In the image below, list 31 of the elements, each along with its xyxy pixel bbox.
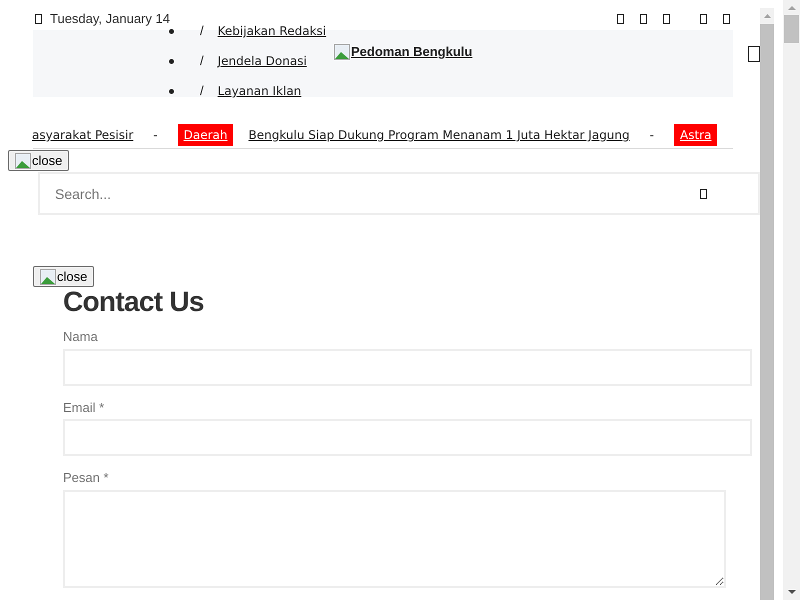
message-field[interactable] bbox=[63, 490, 726, 588]
separator-text: - bbox=[153, 127, 158, 144]
logo-link[interactable]: Pedoman Bengkulu bbox=[334, 42, 472, 62]
menu-link[interactable]: Jendela Donasi bbox=[218, 52, 307, 70]
broken-image-icon bbox=[334, 44, 350, 60]
page-heading: Contact Us bbox=[63, 285, 205, 319]
scrollbar-thumb[interactable] bbox=[784, 15, 799, 43]
bullet-icon bbox=[169, 28, 174, 34]
news-headline-link[interactable]: Bengkulu Siap Dukung Program Menanam 1 Juta Hektar Jagung bbox=[248, 126, 630, 144]
category-tag[interactable]: Daerah bbox=[178, 124, 234, 146]
news-headline-link[interactable]: asyarakat Pesisir bbox=[32, 126, 134, 144]
broken-image-icon bbox=[15, 152, 31, 168]
inner-scrollbar[interactable] bbox=[760, 8, 774, 600]
menu-link[interactable]: Layanan Iklan bbox=[218, 82, 302, 100]
menu-link[interactable]: Kebijakan Redaksi bbox=[218, 22, 326, 40]
bullet-icon bbox=[169, 58, 174, 64]
field-label: Pesan * bbox=[63, 469, 110, 487]
bullet-icon bbox=[169, 88, 174, 94]
close-button[interactable]: close bbox=[8, 150, 70, 171]
field-label: Email * bbox=[63, 398, 106, 416]
field-label: Nama bbox=[63, 328, 99, 346]
scroll-down-icon[interactable] bbox=[788, 590, 796, 594]
separator-text: / bbox=[200, 22, 204, 40]
date-text: Tuesday, January 14 bbox=[50, 10, 170, 28]
separator-text: / bbox=[200, 52, 204, 70]
separator-text: - bbox=[650, 127, 654, 144]
close-button[interactable]: close bbox=[33, 266, 94, 287]
separator-text: / bbox=[200, 82, 204, 100]
category-tag[interactable]: Astra bbox=[674, 124, 718, 146]
broken-image-icon bbox=[40, 268, 56, 284]
search-field[interactable]: Search... bbox=[38, 172, 760, 215]
